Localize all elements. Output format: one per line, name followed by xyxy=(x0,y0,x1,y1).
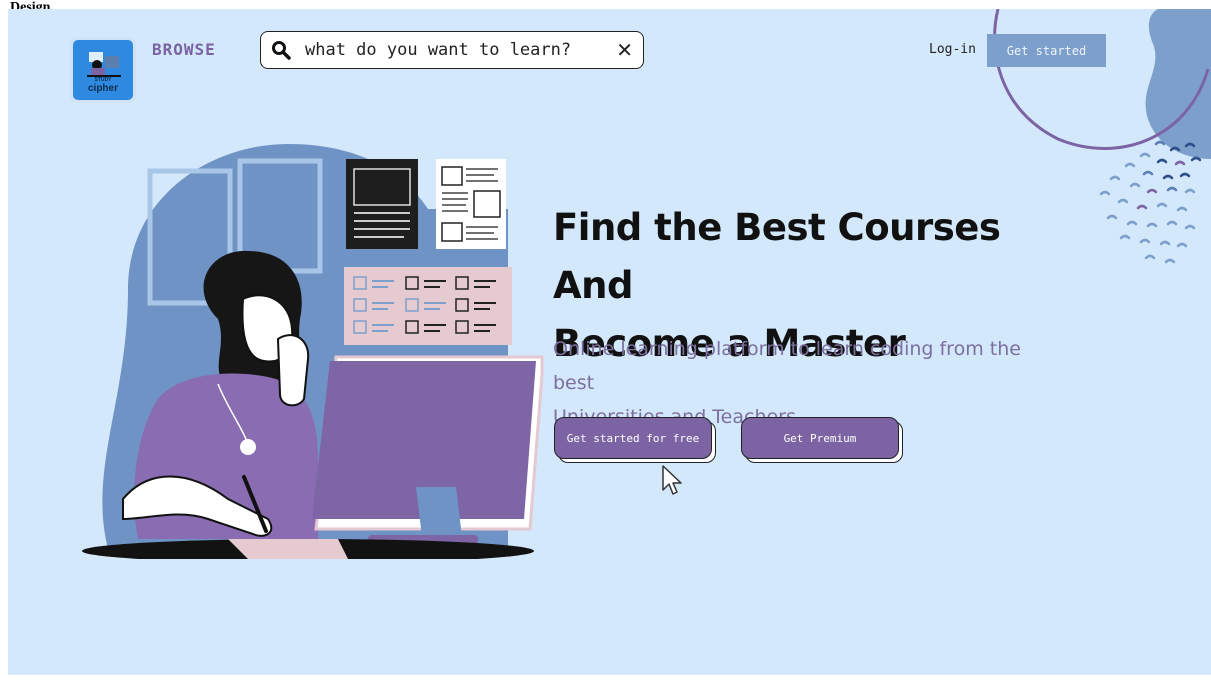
search-input[interactable] xyxy=(303,39,611,61)
mouse-cursor-icon xyxy=(662,465,682,495)
browse-link[interactable]: BROWSE xyxy=(152,40,216,59)
hero-title-line-1: Find the Best Courses And xyxy=(553,206,1001,307)
search-bar: ✕ xyxy=(260,31,644,69)
login-link[interactable]: Log-in xyxy=(929,42,976,57)
close-icon[interactable]: ✕ xyxy=(616,38,633,63)
site-logo[interactable]: STUDY cipher xyxy=(70,37,136,103)
get-premium-button[interactable]: Get Premium xyxy=(741,417,899,459)
secondary-cta-wrapper: Get Premium xyxy=(741,417,903,463)
get-started-free-button[interactable]: Get started for free xyxy=(554,417,712,459)
primary-cta-wrapper: Get started for free xyxy=(554,417,716,463)
logo-text-bottom: cipher xyxy=(87,83,118,94)
logo-illustration-icon xyxy=(87,52,121,77)
hero-illustration xyxy=(82,144,544,559)
landing-page: STUDY cipher BROWSE ✕ Log-in Get started xyxy=(8,9,1211,675)
decorative-dots xyxy=(1099,140,1202,264)
hero-subtitle-line-1: Online learning platform to learn coding… xyxy=(553,338,1021,394)
search-icon[interactable] xyxy=(271,40,291,60)
get-started-button[interactable]: Get started xyxy=(987,34,1106,67)
